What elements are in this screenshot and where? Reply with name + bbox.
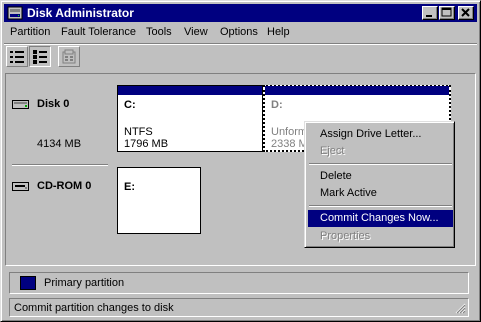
partition-e[interactable]: E: [117,167,201,234]
properties-button[interactable] [58,46,80,67]
menu-item-eject[interactable]: Eject [308,143,453,160]
close-icon [461,8,470,17]
volumes-view-button[interactable] [6,46,28,67]
maximize-icon [441,7,452,17]
disk-administrator-app-icon[interactable] [7,5,23,21]
partition-color-bar [265,86,449,95]
menu-options[interactable]: Options [220,26,258,38]
close-button[interactable] [458,6,474,20]
menu-tools[interactable]: Tools [146,26,172,38]
partition-color-bar [118,86,262,95]
menu-bar: Partition Fault Tolerance Tools View Opt… [4,23,477,42]
minimize-button[interactable] [422,6,438,20]
legend-label: Primary partition [44,277,125,289]
partition-d-filesystem: Unform [271,126,308,138]
menu-separator [309,205,452,207]
menu-view[interactable]: View [184,26,208,38]
legend-bar: Primary partition [9,272,469,294]
toolbar-separator [4,43,477,45]
primary-partition-swatch [20,276,36,290]
cd-rom-0-label: CD-ROM 0 [37,180,92,192]
menu-item-commit-changes-now[interactable]: Commit Changes Now... [308,210,453,227]
menu-partition[interactable]: Partition [10,26,50,38]
partition-c-filesystem: NTFS [124,126,153,138]
disk-administrator-window: Disk Administrator Partition Fault Toler… [0,0,481,322]
disk-row-divider [12,164,108,166]
maximize-button[interactable] [439,6,455,20]
partition-c-size: 1796 MB [124,138,169,150]
menu-item-properties[interactable]: Properties [308,228,453,245]
disk-0-label: Disk 0 [37,98,70,110]
menu-item-assign-drive-letter[interactable]: Assign Drive Letter... [308,126,453,143]
menu-help[interactable]: Help [267,26,290,38]
disk-configuration-view-icon [33,50,47,64]
status-text: Commit partition changes to disk [14,302,174,314]
status-bar: Commit partition changes to disk [9,298,469,317]
partition-e-letter: E: [124,181,135,193]
title-bar[interactable]: Disk Administrator [4,4,477,22]
disk-configuration-view-button[interactable] [29,46,51,67]
window-title: Disk Administrator [27,6,134,20]
menu-separator [309,163,452,165]
partition-d-size: 2338 M [271,138,308,150]
volumes-view-icon [10,51,24,63]
resize-grip-icon[interactable] [455,303,466,314]
partition-d-letter: D: [271,99,283,111]
hard-disk-icon [12,100,29,109]
minimize-icon [426,15,432,17]
disk-0-size: 4134 MB [37,138,82,150]
properties-icon [62,49,76,64]
cd-rom-icon [12,182,29,191]
partition-c-letter: C: [124,99,136,111]
partition-c[interactable]: C: NTFS 1796 MB [117,85,263,152]
menu-fault-tolerance[interactable]: Fault Tolerance [61,26,136,38]
menu-item-delete[interactable]: Delete [308,168,453,185]
menu-item-mark-active[interactable]: Mark Active [308,185,453,202]
partition-context-menu: Assign Drive Letter... Eject Delete Mark… [304,121,455,248]
